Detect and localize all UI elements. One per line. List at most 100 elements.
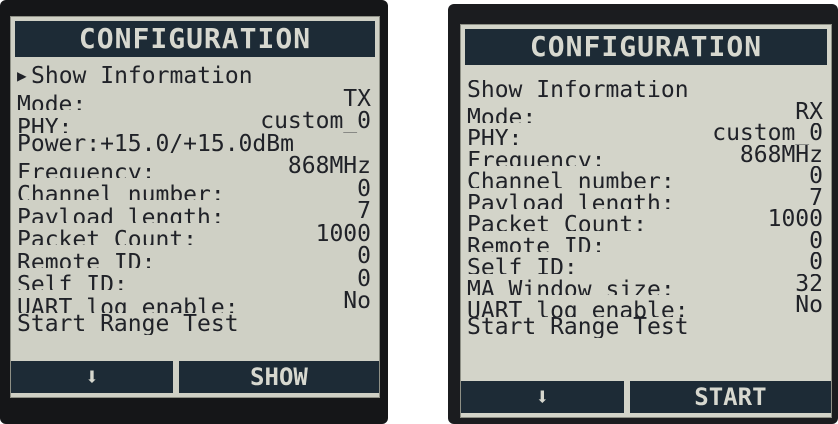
menu-item-label: Self ID:	[467, 255, 578, 274]
menu-item-label: Show Information	[467, 80, 689, 102]
menu-item-label: Start Range Test	[467, 316, 689, 338]
menu-item-label-wrap: Channel number:	[467, 169, 675, 188]
rx-title-bar: CONFIGURATION	[465, 29, 827, 65]
menu-item[interactable]: Frequency: 868MHz	[17, 155, 371, 178]
rx-softkey-bar: ⬇ START	[461, 381, 831, 413]
menu-item-value: 0	[357, 267, 371, 290]
menu-item-label: Mode:	[467, 104, 537, 123]
menu-item[interactable]: UART log enable: No	[467, 295, 823, 317]
menu-item-value: 7	[357, 200, 371, 223]
menu-item[interactable]: Payload length: 7	[467, 188, 823, 210]
menu-item[interactable]: Channel number: 0	[17, 178, 371, 201]
menu-item-label-wrap: Packet Count:	[17, 229, 197, 245]
menu-item-label-wrap: Start Range Test	[467, 317, 689, 339]
menu-item[interactable]: Self ID: 0	[17, 268, 371, 291]
menu-item-label-wrap: UART log enable:	[17, 297, 239, 313]
menu-item[interactable]: PHY: custom_0	[467, 123, 823, 145]
menu-item-label: Self ID:	[17, 272, 128, 290]
menu-item-value: 868MHz	[287, 155, 371, 178]
menu-item[interactable]: Packet Count: 1000	[17, 223, 371, 246]
rx-title: CONFIGURATION	[529, 30, 763, 63]
menu-item-label-wrap: Show Information	[467, 80, 689, 102]
tx-device: CONFIGURATION ▶ Show Information Mode: TX PH…	[0, 0, 388, 424]
menu-item-value: 7	[809, 187, 823, 209]
menu-item-label: Packet Count:	[17, 227, 198, 245]
menu-item-label-wrap: Mode:	[17, 94, 86, 110]
menu-item-label-wrap: Remote ID:	[467, 233, 606, 252]
rx-down-softkey[interactable]: ⬇	[461, 381, 624, 413]
menu-item[interactable]: Start Range Test	[467, 317, 823, 339]
tx-show-softkey[interactable]: SHOW	[178, 361, 379, 393]
menu-item[interactable]: Remote ID: 0	[17, 245, 371, 268]
rx-device: CONFIGURATION Show Information Mode: RX PHY…	[448, 4, 838, 424]
tx-show-label: SHOW	[250, 363, 308, 391]
menu-item-label: PHY:	[17, 114, 73, 133]
menu-item[interactable]: UART log enable: No	[17, 290, 371, 313]
menu-item-label: Mode:	[17, 92, 87, 110]
menu-item-label-wrap: Remote ID:	[17, 252, 155, 268]
menu-item-label: Power:+15.0/+15.0dBm	[17, 132, 294, 155]
menu-item[interactable]: Start Range Test	[17, 313, 371, 336]
menu-item-label-wrap: PHY:	[467, 126, 523, 145]
menu-item-label: UART log enable:	[467, 298, 689, 317]
menu-item[interactable]: MA Window size: 32	[467, 274, 823, 296]
menu-item-label-wrap: Self ID:	[17, 274, 128, 290]
menu-item[interactable]: Show Information	[467, 80, 823, 102]
menu-item-value: 0	[357, 245, 371, 268]
menu-item-label: Remote ID:	[467, 233, 606, 252]
menu-item-value: 0	[809, 166, 823, 188]
menu-item[interactable]: Payload length: 7	[17, 200, 371, 223]
menu-item-label-wrap: MA Window size:	[467, 276, 675, 295]
tx-lcd-screen: CONFIGURATION ▶ Show Information Mode: TX PH…	[10, 16, 380, 398]
menu-item-label-wrap: Frequency:	[17, 162, 155, 178]
menu-item-label-wrap: Mode:	[467, 104, 537, 123]
menu-item-label: Show Information	[31, 65, 253, 88]
menu-item-label: UART log enable:	[17, 294, 239, 313]
menu-item-label: MA Window size:	[467, 276, 675, 295]
menu-item-label-wrap: PHY:	[17, 117, 72, 133]
menu-item[interactable]: Mode: TX	[17, 88, 371, 111]
menu-item-label: Channel number:	[17, 182, 225, 200]
menu-item-label-wrap: Start Range Test	[17, 313, 239, 336]
menu-item-label: Payload length:	[467, 190, 675, 209]
menu-item-value: 1000	[315, 222, 371, 245]
rx-menu-list: Show Information Mode: RX PHY: custom_0 Frequ…	[467, 80, 823, 338]
menu-item[interactable]: Frequency: 868MHz	[467, 145, 823, 167]
menu-item-label: Channel number:	[467, 169, 675, 188]
menu-item-value: RX	[795, 101, 823, 123]
menu-item-value: 0	[809, 230, 823, 252]
menu-item-label-wrap: Power:+15.0/+15.0dBm	[17, 133, 294, 156]
menu-item[interactable]: Self ID: 0	[467, 252, 823, 274]
menu-item-label-wrap: Frequency:	[467, 147, 606, 166]
rx-start-softkey[interactable]: START	[629, 381, 831, 413]
menu-item-label: PHY:	[467, 126, 523, 145]
menu-item[interactable]: Packet Count: 1000	[467, 209, 823, 231]
menu-item-label-wrap: UART log enable:	[467, 298, 689, 317]
menu-item[interactable]: PHY: custom_0	[17, 110, 371, 133]
menu-item-value: custom_0	[260, 110, 371, 133]
menu-item-value: custom_0	[712, 123, 823, 145]
menu-item[interactable]: Channel number: 0	[467, 166, 823, 188]
menu-item-label: Payload length:	[17, 204, 225, 223]
tx-menu-list: ▶ Show Information Mode: TX PHY: custom_0 Powe…	[17, 65, 371, 335]
menu-item-value: 1000	[767, 209, 823, 231]
menu-item-value: 868MHz	[739, 144, 823, 166]
menu-item-label-wrap: Packet Count:	[467, 214, 647, 230]
menu-item-value: 0	[809, 252, 823, 274]
tx-down-softkey[interactable]: ⬇	[11, 361, 173, 393]
menu-item-value: TX	[343, 87, 371, 110]
menu-item-value: 0	[357, 177, 371, 200]
menu-item-label-wrap: Payload length:	[467, 190, 675, 209]
menu-item[interactable]: Remote ID: 0	[467, 231, 823, 253]
selection-cursor-icon: ▶	[17, 66, 27, 85]
menu-item-value: No	[795, 295, 823, 317]
menu-item[interactable]: Power:+15.0/+15.0dBm	[17, 133, 371, 156]
menu-item-label: Frequency:	[467, 147, 606, 166]
menu-item-label-wrap: Self ID:	[467, 255, 578, 274]
menu-item-label-wrap: Channel number:	[17, 184, 225, 200]
menu-item[interactable]: Mode: RX	[467, 102, 823, 124]
menu-item[interactable]: ▶ Show Information	[17, 65, 371, 88]
tx-title: CONFIGURATION	[78, 22, 312, 55]
down-arrow-icon: ⬇	[535, 383, 550, 411]
down-arrow-icon: ⬇	[84, 363, 100, 391]
